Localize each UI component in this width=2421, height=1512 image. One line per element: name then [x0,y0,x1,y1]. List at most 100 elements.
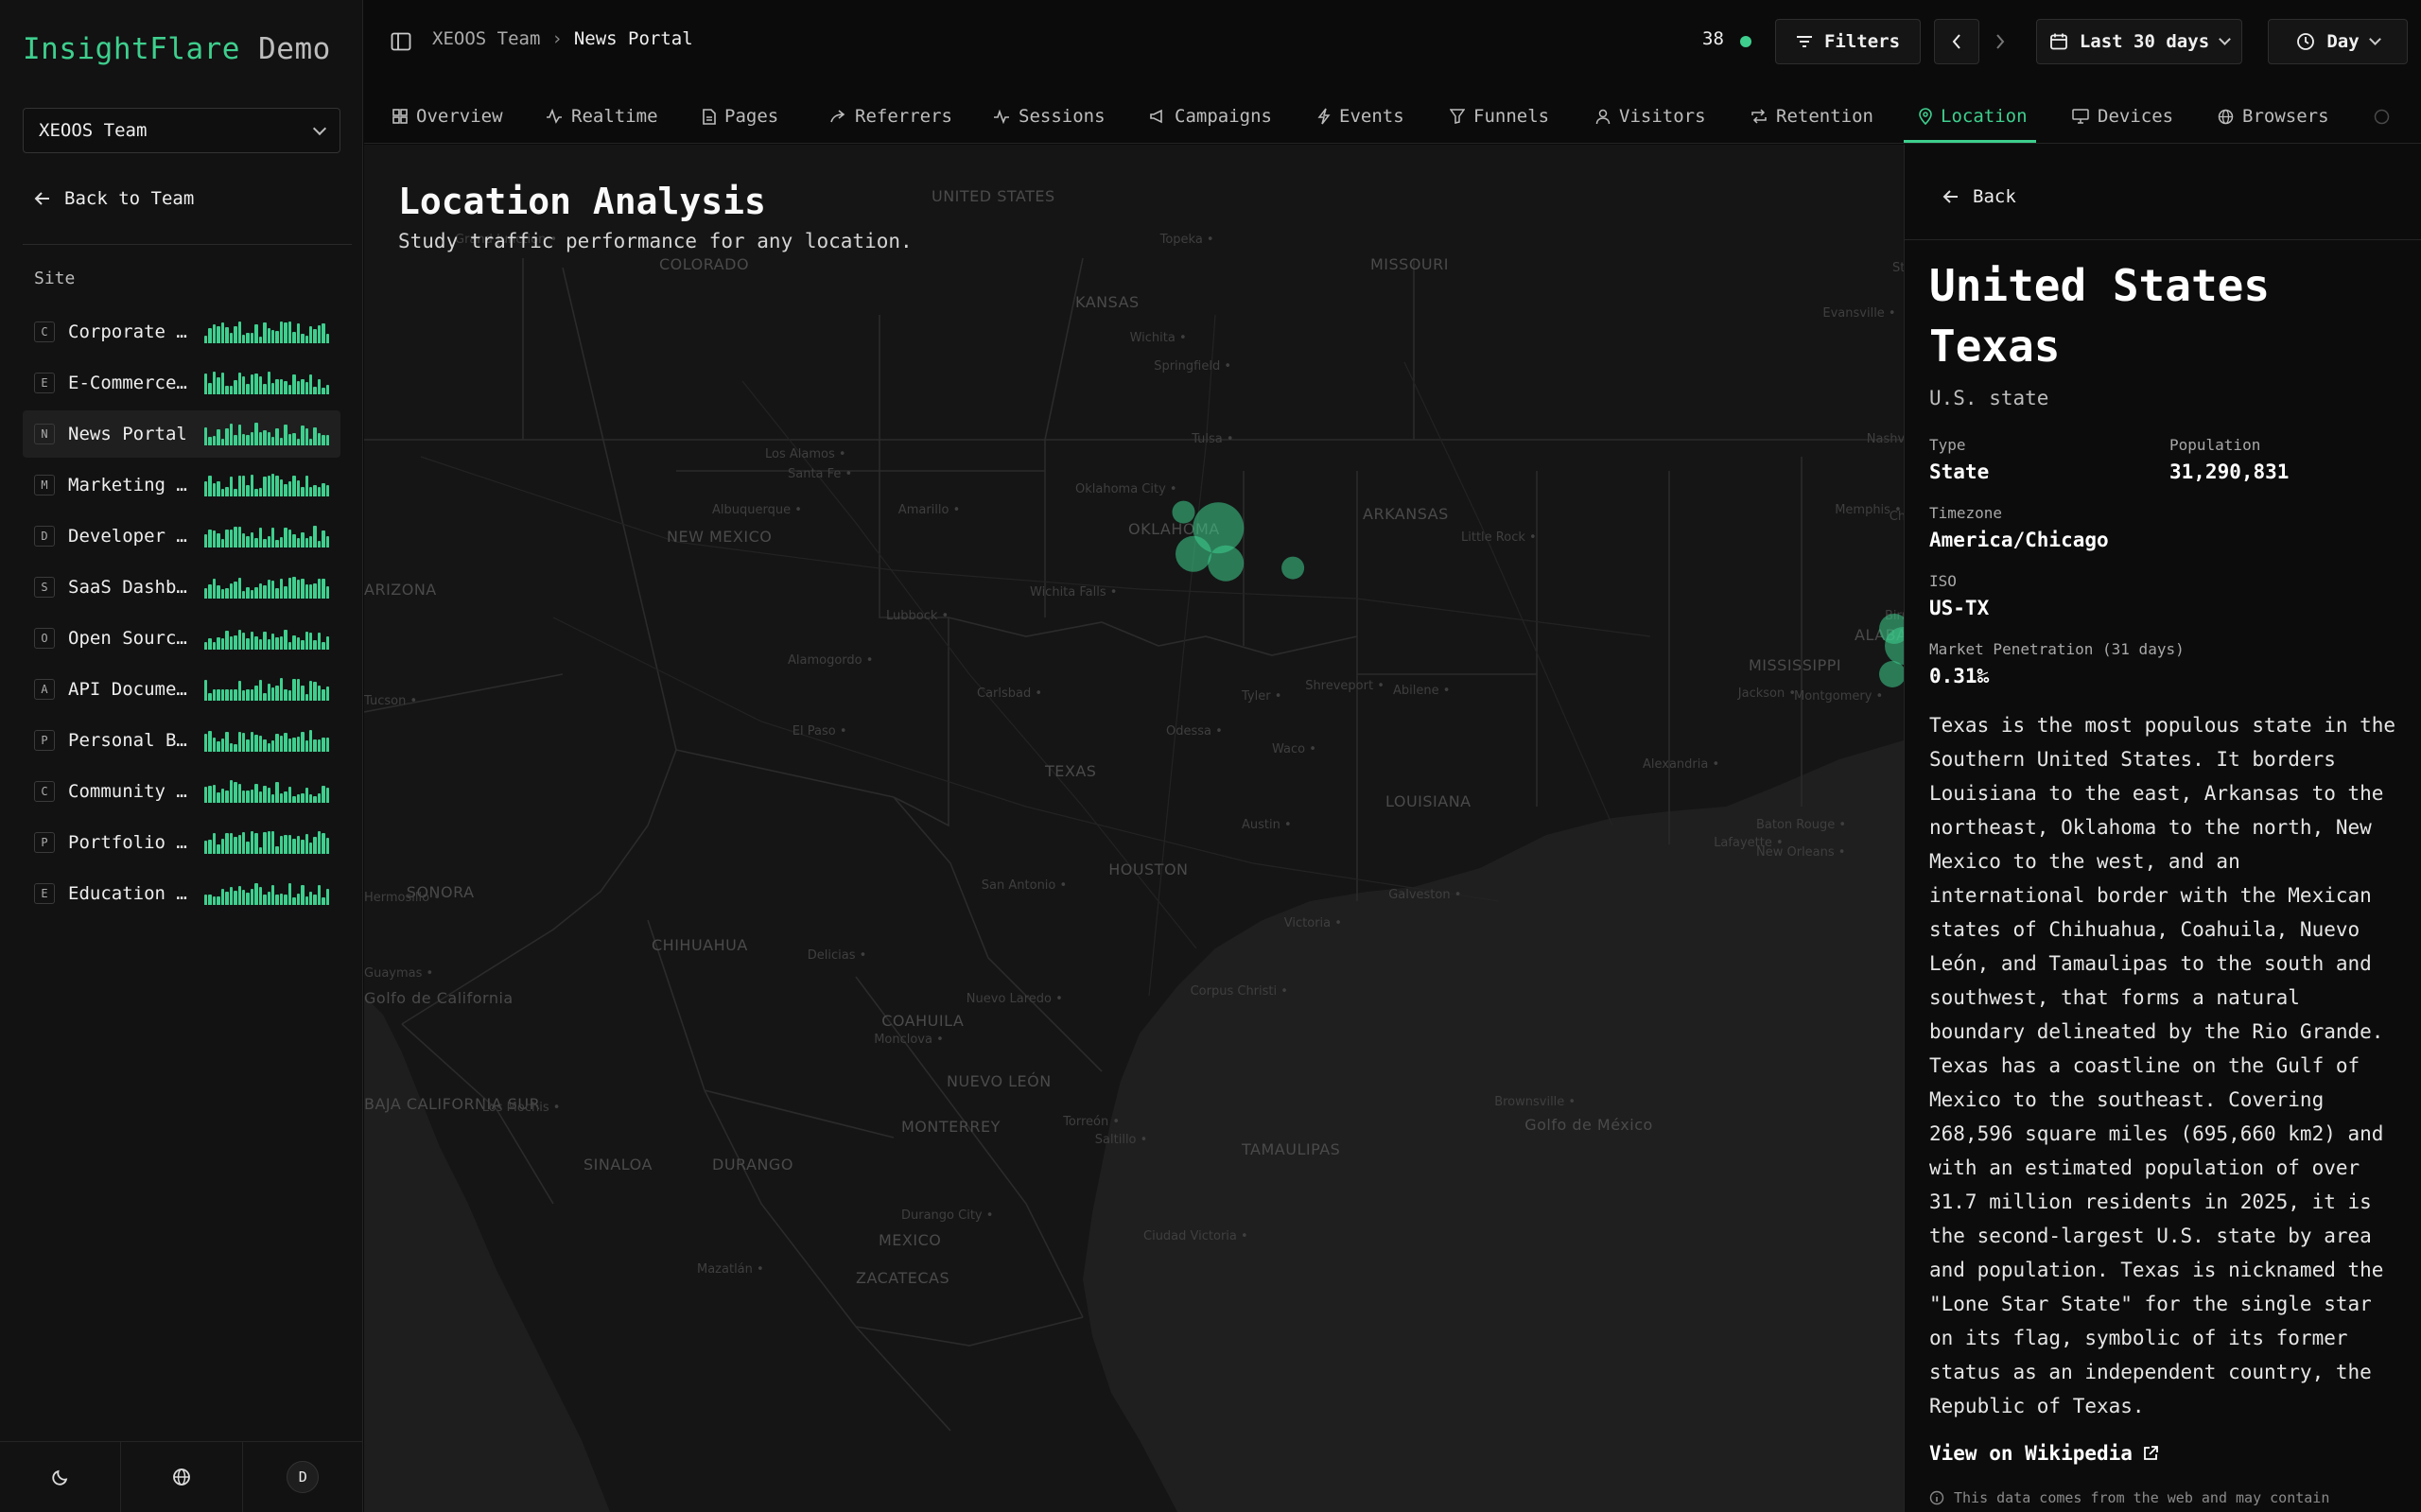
tab-funnels[interactable]: Funnels [1450,100,1549,132]
sparkline-bar [229,423,234,445]
sparkline-bar [208,731,212,752]
sparkline-bar [258,679,263,701]
tab-browsers[interactable]: Browsers [2218,100,2329,132]
visitor-point[interactable] [1879,661,1904,687]
site-item[interactable]: C Corporate Website [23,308,340,356]
sparkline-bar [208,894,212,905]
tab-realtime[interactable]: Realtime [546,100,658,132]
site-initial: E [34,373,55,393]
site-name: SaaS Dashboard [68,577,195,598]
sparkline-bar [254,423,258,445]
pulse-icon [994,109,1009,124]
brand-logo[interactable]: InsightFlare Demo [23,32,331,66]
site-sparkline [204,321,330,343]
sparkline-bar [271,527,275,547]
sparkline-bar [279,793,284,803]
sparkline-bar [237,578,241,599]
tab-overview[interactable]: Overview [392,100,503,132]
site-item[interactable]: C Community Forum [23,768,340,815]
sparkline-bar [296,678,301,701]
site-name: API Documentation [68,679,195,700]
site-item[interactable]: P Portfolio Site [23,819,340,866]
user-menu-button[interactable]: D [243,1442,363,1512]
tab-visitors[interactable]: Visitors [1595,100,1706,132]
theme-toggle-button[interactable] [0,1442,122,1512]
tab-retention[interactable]: Retention [1750,100,1873,132]
sparkline-bar [308,633,313,650]
sparkline-bar [292,896,296,905]
sparkline-bar [212,372,217,394]
sparkline-bar [220,438,225,445]
visitor-point[interactable] [1208,545,1245,582]
site-item[interactable]: O Open Source Project [23,615,340,662]
granularity-value: Day [2326,31,2360,52]
tab-overflow[interactable] [2374,100,2390,132]
sparkline-bar [212,895,217,905]
visitor-point[interactable] [1281,556,1305,580]
sparkline-bar [212,324,217,343]
filters-button[interactable]: Filters [1775,19,1921,64]
site-item[interactable]: M Marketing Landing [23,461,340,509]
sparkline-bar [234,890,237,905]
back-button[interactable]: Back [1942,186,2016,207]
sparkline-bar [322,434,325,445]
tab-campaigns[interactable]: Campaigns [1149,100,1272,132]
sparkline-bar [258,488,263,496]
sparkline-bar [263,831,267,854]
sparkline-bar [279,893,284,905]
breadcrumb-team[interactable]: XEOOS Team [432,28,540,49]
sparkline-bar [317,793,322,803]
sparkline-bar [263,384,267,394]
location-map[interactable]: UNITED STATES COLORADO KANSAS MISSOURI NEW M… [364,145,1904,1512]
sidebar-toggle-icon[interactable] [391,32,411,51]
tab-location[interactable]: Location [1919,100,2028,132]
sparkline-bar [271,581,275,599]
next-period-button[interactable] [1979,19,2021,64]
sparkline-bar [292,332,296,343]
sparkline-bar [313,526,317,547]
tab-sessions[interactable]: Sessions [993,100,1106,132]
sparkline-bar [250,332,254,343]
previous-period-button[interactable] [1934,19,1979,64]
granularity-select[interactable]: Day [2268,19,2408,64]
site-item[interactable]: D Developer Docs [23,513,340,560]
sparkline-bar [267,372,270,394]
tab-label: Overview [416,106,503,127]
tab-events[interactable]: Events [1317,100,1404,132]
site-item[interactable]: E Education Platform [23,870,340,917]
sparkline-bar [263,894,267,905]
sparkline-bar [263,584,267,599]
sparkline-bar [313,427,317,445]
sparkline-bar [301,839,305,854]
visitor-point[interactable] [1176,535,1211,572]
sparkline-bar [287,786,292,803]
site-item[interactable]: P Personal Blog [23,717,340,764]
site-name: Developer Docs [68,526,195,547]
sparkline-bar [250,790,254,803]
sparkline-bar [234,380,237,394]
site-item-active[interactable]: N News Portal [23,410,340,458]
language-button[interactable] [121,1442,243,1512]
site-initial: P [34,832,55,853]
team-select[interactable]: XEOOS Team [23,108,340,153]
monitor-icon [2072,109,2089,124]
sparkline-bar [204,336,208,343]
tab-devices[interactable]: Devices [2072,100,2173,132]
location-country: United States [1929,260,2271,311]
sparkline-bar [208,840,212,854]
site-item[interactable]: E E-Commerce Store [23,359,340,407]
sparkline-bar [220,789,225,803]
wikipedia-link[interactable]: View on Wikipedia [1929,1442,2159,1465]
site-item[interactable]: S SaaS Dashboard [23,564,340,611]
tab-referrers[interactable]: Referrers [829,100,952,132]
location-description: Texas is the most populous state in the … [1929,714,2396,1417]
back-to-team-button[interactable]: Back to Team [34,185,194,212]
date-range-select[interactable]: Last 30 days [2036,19,2242,64]
tab-label: Location [1941,106,2028,127]
tab-pages[interactable]: Pages [703,100,778,132]
sparkline-bar [237,783,241,803]
site-item[interactable]: A API Documentation [23,666,340,713]
visitor-point[interactable] [1172,500,1195,524]
sparkline-bar [208,785,212,803]
site-initial: C [34,322,55,342]
